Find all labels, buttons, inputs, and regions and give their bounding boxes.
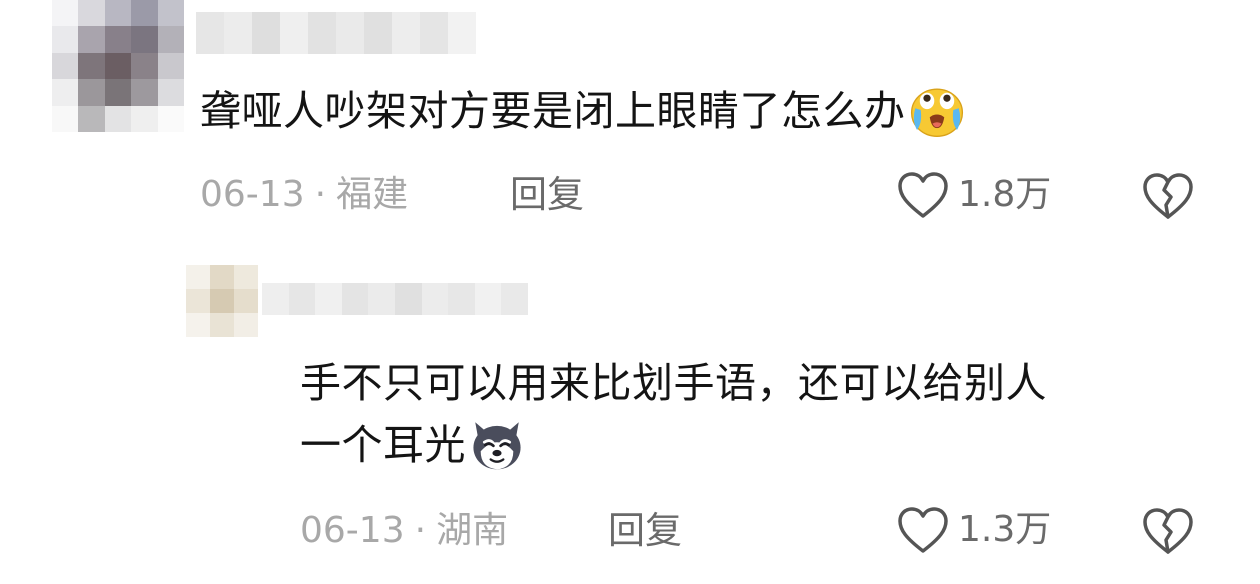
like-count: 1.3万 bbox=[958, 509, 1052, 550]
comment-text: 聋哑人吵架对方要是闭上眼睛了怎么办 bbox=[200, 80, 966, 143]
like-button[interactable]: 1.3万 bbox=[896, 505, 1051, 555]
meta-separator: · bbox=[314, 174, 327, 215]
comment-location: 湖南 bbox=[436, 510, 509, 551]
comment-body-line-1: 手不只可以用来比划手语，还可以给别人 bbox=[300, 359, 1047, 407]
comment-meta: 06-13 · 福建 bbox=[200, 173, 408, 217]
crying-face-emoji-icon bbox=[910, 88, 963, 137]
comment-location: 福建 bbox=[336, 174, 409, 215]
user-avatar-blurred[interactable] bbox=[186, 265, 258, 337]
user-avatar-blurred[interactable] bbox=[52, 0, 184, 132]
like-button[interactable]: 1.8万 bbox=[896, 170, 1051, 220]
comment-date: 06-13 bbox=[200, 174, 305, 215]
comment-meta: 06-13 · 湖南 bbox=[300, 509, 508, 553]
reply-button[interactable]: 回复 bbox=[608, 509, 682, 553]
comment-text: 手不只可以用来比划手语，还可以给别人 一个耳光 bbox=[300, 352, 1047, 477]
like-count: 1.8万 bbox=[958, 174, 1052, 215]
broken-heart-icon[interactable] bbox=[1140, 505, 1196, 557]
heart-icon bbox=[898, 172, 948, 218]
reply-button[interactable]: 回复 bbox=[510, 173, 584, 217]
comment-body: 聋哑人吵架对方要是闭上眼睛了怎么办 bbox=[200, 87, 906, 135]
username-blurred[interactable] bbox=[262, 283, 528, 315]
comment-body-line-2: 一个耳光 bbox=[300, 421, 466, 469]
heart-icon bbox=[898, 507, 948, 553]
husky-dog-emoji-icon bbox=[473, 422, 521, 470]
broken-heart-icon[interactable] bbox=[1140, 170, 1196, 222]
username-blurred[interactable] bbox=[196, 12, 476, 54]
comment-date: 06-13 bbox=[300, 510, 405, 551]
comment-body-line-2-wrap: 一个耳光 bbox=[300, 414, 1047, 477]
meta-separator: · bbox=[414, 510, 427, 551]
